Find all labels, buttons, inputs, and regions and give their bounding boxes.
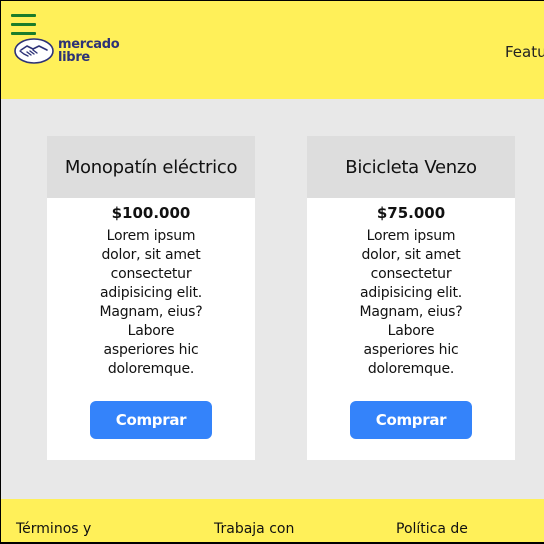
description-line: adipisicing elit. bbox=[359, 285, 463, 301]
handshake-logo-icon bbox=[14, 38, 54, 64]
product-description: Lorem ipsum dolor, sit amet consectetur … bbox=[91, 227, 211, 379]
description-line: doloremque. bbox=[367, 361, 455, 377]
product-price: $75.000 bbox=[376, 204, 446, 222]
site-header: mercado libre Featu bbox=[1, 1, 544, 99]
nav-link-features[interactable]: Featu bbox=[505, 43, 544, 61]
description-line: consectetur bbox=[370, 266, 452, 282]
description-line: asperiores hic bbox=[103, 342, 199, 358]
buy-button[interactable]: Comprar bbox=[350, 401, 472, 439]
description-line: dolor, sit amet bbox=[361, 247, 461, 263]
description-line: Labore bbox=[127, 323, 175, 339]
description-line: Lorem ipsum bbox=[106, 228, 196, 244]
footer-link-policy[interactable]: Política de bbox=[396, 521, 468, 537]
page: mercado libre Featu Monopatín eléctrico … bbox=[1, 1, 544, 542]
product-card: Monopatín eléctrico $100.000 Lorem ipsum… bbox=[47, 136, 255, 460]
description-line: dolor, sit amet bbox=[101, 247, 201, 263]
product-card-header: Bicicleta Venzo bbox=[307, 136, 515, 198]
product-title: Bicicleta Venzo bbox=[345, 156, 477, 178]
description-line: Magnam, eius? bbox=[99, 304, 203, 320]
product-title: Monopatín eléctrico bbox=[64, 156, 238, 178]
logo-wordmark: mercado libre bbox=[58, 38, 124, 64]
description-line: adipisicing elit. bbox=[99, 285, 203, 301]
logo-text-line-2: libre bbox=[58, 50, 90, 65]
product-price: $100.000 bbox=[111, 204, 191, 222]
buy-button[interactable]: Comprar bbox=[90, 401, 212, 439]
description-line: asperiores hic bbox=[363, 342, 459, 358]
description-line: Labore bbox=[387, 323, 435, 339]
description-line: consectetur bbox=[110, 266, 192, 282]
site-footer: Términos y Trabaja con Política de bbox=[1, 499, 544, 542]
hamburger-menu-icon[interactable] bbox=[11, 14, 36, 36]
product-card: Bicicleta Venzo $75.000 Lorem ipsum dolo… bbox=[307, 136, 515, 460]
mercado-libre-logo[interactable]: mercado libre bbox=[14, 36, 124, 68]
product-description: Lorem ipsum dolor, sit amet consectetur … bbox=[351, 227, 471, 379]
description-line: Magnam, eius? bbox=[359, 304, 463, 320]
footer-link-terms[interactable]: Términos y bbox=[16, 521, 91, 537]
footer-link-jobs[interactable]: Trabaja con bbox=[214, 521, 294, 537]
product-card-header: Monopatín eléctrico bbox=[47, 136, 255, 198]
description-line: Lorem ipsum bbox=[366, 228, 456, 244]
description-line: doloremque. bbox=[107, 361, 195, 377]
